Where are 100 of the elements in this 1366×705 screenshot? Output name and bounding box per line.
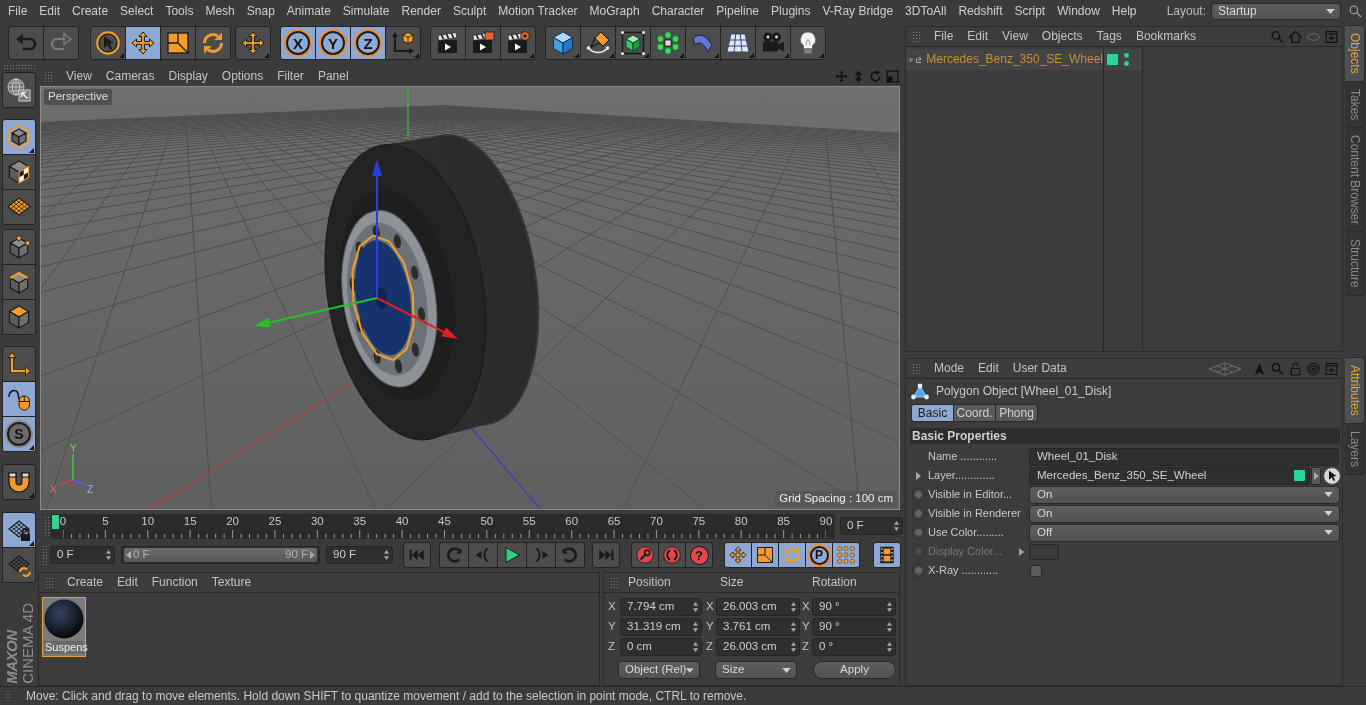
move-handle-arrow[interactable]: [376, 297, 458, 339]
keyframe-toggle-icon[interactable]: [911, 564, 925, 577]
spinner-arrows-icon[interactable]: [106, 550, 111, 560]
side-tab[interactable]: Structure: [1345, 231, 1365, 297]
key-position-button[interactable]: [724, 542, 752, 568]
layout-dropdown[interactable]: Startup: [1211, 2, 1341, 20]
menu-item[interactable]: Tools: [159, 3, 200, 19]
x-axis-button[interactable]: X: [280, 26, 316, 60]
key-rotation-button[interactable]: [778, 542, 806, 568]
menu-item[interactable]: Plugins: [765, 3, 817, 19]
tab[interactable]: Phong: [995, 404, 1038, 422]
menu-item[interactable]: Panel: [310, 68, 356, 84]
menu-item[interactable]: Filter: [270, 68, 311, 84]
menu-item[interactable]: Options: [214, 68, 271, 84]
subdivision-button[interactable]: [615, 26, 651, 60]
scale-tool-button[interactable]: [160, 26, 196, 60]
tab[interactable]: Basic: [911, 404, 954, 422]
frame-ruler[interactable]: 0 5 10 15 20 25 30 35 40 45 50 55 60 65 70 75 80 85 90: [51, 513, 835, 539]
spinner-arrows-icon[interactable]: [894, 521, 899, 531]
tweak-mode-button[interactable]: [2, 381, 36, 417]
layer-field[interactable]: Mercedes_Benz_350_SE_Wheel: [1029, 466, 1310, 485]
key-scale-button[interactable]: [751, 542, 779, 568]
snap-button[interactable]: [2, 464, 36, 500]
menu-item[interactable]: Bookmarks: [1128, 29, 1203, 44]
coordinate-field[interactable]: 7.794 cm: [620, 598, 702, 616]
dropdown[interactable]: Object (Rel): [618, 661, 700, 679]
menu-item[interactable]: Mesh: [199, 3, 241, 19]
record-button[interactable]: [631, 542, 659, 568]
menu-item[interactable]: Texture: [204, 575, 259, 590]
end-frame-field[interactable]: 90 F: [326, 546, 393, 564]
spinner-arrows-icon[interactable]: [887, 642, 892, 652]
side-tab[interactable]: Layers: [1345, 422, 1365, 475]
viewport-3d[interactable]: Perspective Y X Z Grid Spacing : 100 cm: [40, 86, 900, 510]
side-tab[interactable]: Content Browser: [1345, 127, 1365, 233]
timeline-window-button[interactable]: [873, 542, 901, 568]
menu-item[interactable]: MoGraph: [583, 3, 646, 19]
light-object-button[interactable]: [790, 26, 826, 60]
render-view-button[interactable]: [430, 26, 466, 60]
pen-tool-button[interactable]: [580, 26, 616, 60]
make-editable-button[interactable]: [2, 72, 36, 108]
layer-color-icon[interactable]: [1107, 54, 1118, 65]
spinner-arrows-icon[interactable]: [693, 622, 698, 632]
render-picture-viewer-button[interactable]: [465, 26, 501, 60]
menu-item[interactable]: Objects: [1034, 29, 1090, 44]
menu-item[interactable]: View: [995, 29, 1035, 44]
coordinate-system-button[interactable]: [385, 26, 421, 60]
coordinate-field[interactable]: 26.003 cm: [716, 598, 800, 616]
texture-mode-button[interactable]: [2, 154, 36, 190]
menu-item[interactable]: Mode: [927, 361, 972, 376]
menu-item[interactable]: Create: [66, 3, 115, 19]
menu-item[interactable]: 3DToAll: [899, 3, 953, 19]
pick-cursor-icon[interactable]: [1323, 466, 1341, 485]
menu-item[interactable]: Select: [114, 3, 160, 19]
playhead-handle[interactable]: [52, 514, 59, 529]
menu-item[interactable]: File: [2, 3, 34, 19]
menu-item[interactable]: Script: [1008, 3, 1052, 19]
tab[interactable]: Coord.: [953, 404, 996, 422]
apply-button[interactable]: Apply: [813, 661, 896, 679]
menu-item[interactable]: File: [927, 29, 961, 44]
menu-item[interactable]: Edit: [110, 575, 145, 590]
dropdown[interactable]: On: [1029, 485, 1340, 504]
menu-item[interactable]: Edit: [33, 3, 67, 19]
locked-workplane-button[interactable]: [2, 512, 36, 548]
spinner-arrows-icon[interactable]: [384, 550, 389, 560]
points-mode-button[interactable]: [2, 229, 36, 265]
keyframe-toggle-icon[interactable]: [911, 488, 925, 501]
search-icon[interactable]: [1349, 3, 1362, 19]
render-settings-button[interactable]: [500, 26, 536, 60]
move-handle-arrow[interactable]: [372, 160, 382, 299]
menu-item[interactable]: V-Ray Bridge: [816, 3, 900, 19]
workplane-sync-button[interactable]: [2, 547, 36, 583]
menu-item[interactable]: User Data: [1005, 361, 1074, 376]
rotate-tool-button[interactable]: [195, 26, 231, 60]
edges-mode-button[interactable]: [2, 264, 36, 300]
dropdown[interactable]: Off: [1029, 523, 1340, 542]
menu-item[interactable]: Pipeline: [710, 3, 766, 19]
spinner-arrows-icon[interactable]: [887, 622, 892, 632]
menu-item[interactable]: Render: [395, 3, 447, 19]
side-tab[interactable]: Objects: [1345, 25, 1365, 82]
coordinate-field[interactable]: 0 °: [812, 638, 896, 656]
cloner-button[interactable]: [650, 26, 686, 60]
menu-item[interactable]: Help: [1105, 3, 1143, 19]
model-mode-button[interactable]: [2, 119, 36, 155]
menu-item[interactable]: Edit: [960, 29, 996, 44]
spinner-arrows-icon[interactable]: [791, 622, 796, 632]
coordinate-field[interactable]: 0 cm: [620, 638, 702, 656]
spinner-arrows-icon[interactable]: [693, 602, 698, 612]
menu-item[interactable]: Character: [645, 3, 711, 19]
menu-item[interactable]: Create: [60, 575, 111, 590]
camera-name-label[interactable]: Perspective: [44, 89, 113, 105]
start-frame-field[interactable]: 0 F: [50, 546, 115, 564]
move-handle-arrow[interactable]: [254, 297, 378, 328]
menu-item[interactable]: Edit: [971, 361, 1006, 376]
autokey-button[interactable]: [658, 542, 686, 568]
coordinate-field[interactable]: 90 °: [812, 598, 896, 616]
live-selection-button[interactable]: [90, 26, 126, 60]
solo-button[interactable]: S: [2, 416, 36, 452]
spinner-arrows-icon[interactable]: [791, 642, 796, 652]
coordinate-field[interactable]: 31.319 cm: [620, 618, 702, 636]
menu-item[interactable]: Window: [1051, 3, 1106, 19]
